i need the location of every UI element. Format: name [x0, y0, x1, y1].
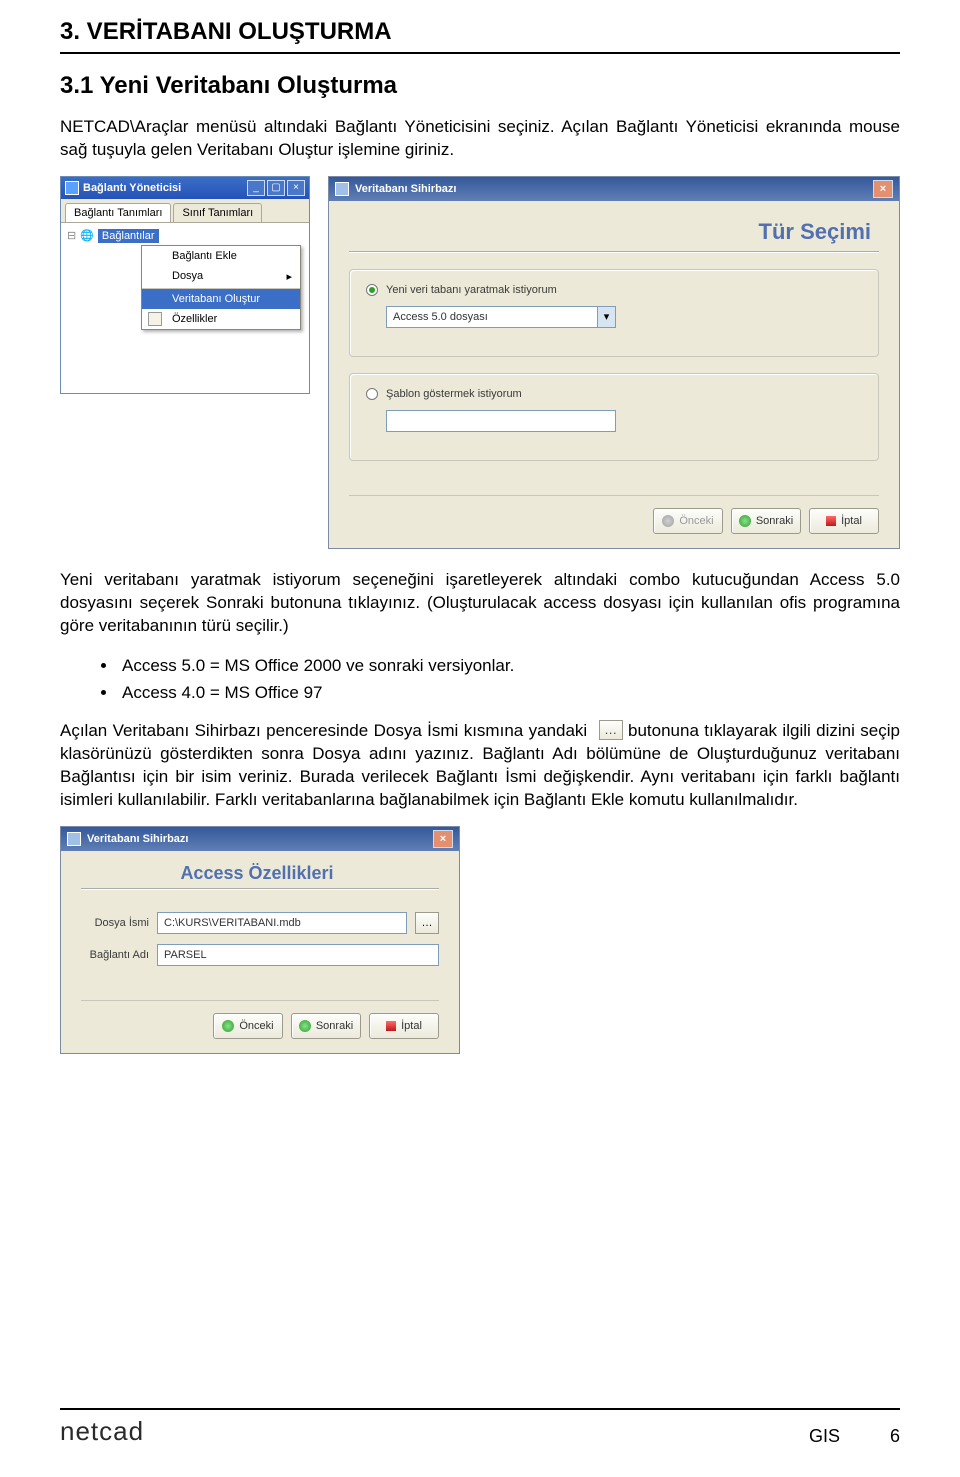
cancel-button[interactable]: İptal — [809, 508, 879, 534]
wizard-access-properties: Veritabanı Sihirbazı × Access Özellikler… — [60, 826, 460, 1054]
tree-panel: ⊟ 🌐 Bağlantılar Bağlantı Ekle Dosya▸ Ver… — [61, 223, 309, 393]
app-icon — [335, 182, 349, 196]
window-title: Veritabanı Sihirbazı — [87, 833, 433, 845]
context-menu: Bağlantı Ekle Dosya▸ Veritabanı Oluştur … — [141, 245, 301, 330]
close-button[interactable]: × — [287, 180, 305, 196]
titlebar: Veritabanı Sihirbazı × — [61, 827, 459, 851]
option-group-template: Şablon göstermek istiyorum — [349, 373, 879, 461]
minimize-button[interactable]: _ — [247, 180, 265, 196]
radio-new-db[interactable] — [366, 284, 378, 296]
radio-new-db-label: Yeni veri tabanı yaratmak istiyorum — [386, 284, 557, 296]
menu-item-properties[interactable]: Özellikler — [142, 309, 300, 329]
input-connection-name[interactable]: PARSEL — [157, 944, 439, 966]
tree-root-label[interactable]: Bağlantılar — [98, 229, 159, 243]
next-icon — [739, 515, 751, 527]
list-item: Access 4.0 = MS Office 97 — [118, 679, 900, 706]
label-connection-name: Bağlantı Adı — [81, 949, 149, 961]
close-button[interactable]: × — [433, 830, 453, 848]
radio-template[interactable] — [366, 388, 378, 400]
footer-doc-label: GIS — [809, 1426, 840, 1447]
paragraph-wizard-file-a: Açılan Veritabanı Sihirbazı penceresinde… — [60, 721, 587, 740]
properties-icon — [148, 312, 162, 326]
input-file-name[interactable]: C:\KURS\VERITABANI.mdb — [157, 912, 407, 934]
window-connection-manager: Bağlantı Yöneticisi _ ▢ × Bağlantı Tanım… — [60, 176, 310, 394]
tab-class-defs[interactable]: Sınıf Tanımları — [173, 203, 262, 222]
pane-title: Tür Seçimi — [349, 201, 879, 253]
browse-button[interactable]: … — [415, 912, 439, 934]
paragraph-wizard-file: Açılan Veritabanı Sihirbazı penceresinde… — [60, 720, 900, 812]
cancel-icon — [386, 1021, 396, 1031]
menu-item-file[interactable]: Dosya▸ — [142, 266, 300, 286]
menu-item-create-database[interactable]: Veritabanı Oluştur — [142, 288, 300, 309]
ellipsis-button-inline[interactable]: … — [599, 720, 623, 740]
list-item: Access 5.0 = MS Office 2000 ve sonraki v… — [118, 652, 900, 679]
option-group-new-db: Yeni veri tabanı yaratmak istiyorum Acce… — [349, 269, 879, 357]
cancel-button[interactable]: İptal — [369, 1013, 439, 1039]
titlebar: Veritabanı Sihirbazı × — [329, 177, 899, 201]
app-icon — [67, 832, 81, 846]
paragraph-steps: Yeni veritabanı yaratmak istiyorum seçen… — [60, 569, 900, 638]
footer-brand: netcad — [60, 1416, 144, 1447]
figure-row-1: Bağlantı Yöneticisi _ ▢ × Bağlantı Tanım… — [60, 176, 900, 549]
app-icon — [65, 181, 79, 195]
template-input[interactable] — [386, 410, 616, 432]
tabs: Bağlantı Tanımları Sınıf Tanımları — [61, 199, 309, 223]
pane-title: Access Özellikleri — [81, 851, 439, 890]
chevron-down-icon[interactable]: ▾ — [597, 307, 615, 327]
footer-page-number: 6 — [890, 1426, 900, 1447]
maximize-button[interactable]: ▢ — [267, 180, 285, 196]
paragraph-intro: NETCAD\Araçlar menüsü altındaki Bağlantı… — [60, 116, 900, 162]
window-title: Veritabanı Sihirbazı — [355, 183, 873, 195]
combo-db-type-value: Access 5.0 dosyası — [387, 311, 597, 323]
tree-node-icon: 🌐 — [80, 229, 94, 242]
page-footer: netcad GIS 6 — [60, 1408, 900, 1447]
button-bar: Önceki Sonraki İptal — [81, 1000, 439, 1039]
tree-expander-icon[interactable]: ⊟ — [67, 229, 76, 242]
next-button[interactable]: Sonraki — [731, 508, 801, 534]
label-file-name: Dosya İsmi — [81, 917, 149, 929]
cancel-icon — [826, 516, 836, 526]
close-button[interactable]: × — [873, 180, 893, 198]
heading-1: 3. VERİTABANI OLUŞTURMA — [60, 18, 900, 54]
menu-item-add-connection[interactable]: Bağlantı Ekle — [142, 246, 300, 266]
back-icon — [222, 1020, 234, 1032]
chevron-right-icon: ▸ — [286, 270, 292, 283]
back-button[interactable]: Önceki — [653, 508, 723, 534]
titlebar: Bağlantı Yöneticisi _ ▢ × — [61, 177, 309, 199]
back-button[interactable]: Önceki — [213, 1013, 283, 1039]
tab-connection-defs[interactable]: Bağlantı Tanımları — [65, 203, 171, 222]
radio-template-label: Şablon göstermek istiyorum — [386, 388, 522, 400]
combo-db-type[interactable]: Access 5.0 dosyası ▾ — [386, 306, 616, 328]
next-button[interactable]: Sonraki — [291, 1013, 361, 1039]
back-icon — [662, 515, 674, 527]
bullet-list: Access 5.0 = MS Office 2000 ve sonraki v… — [118, 652, 900, 706]
wizard-type-selection: Veritabanı Sihirbazı × Tür Seçimi Yeni v… — [328, 176, 900, 549]
heading-2: 3.1 Yeni Veritabanı Oluşturma — [60, 72, 900, 100]
window-title: Bağlantı Yöneticisi — [83, 182, 245, 194]
button-bar: Önceki Sonraki İptal — [349, 495, 879, 534]
next-icon — [299, 1020, 311, 1032]
